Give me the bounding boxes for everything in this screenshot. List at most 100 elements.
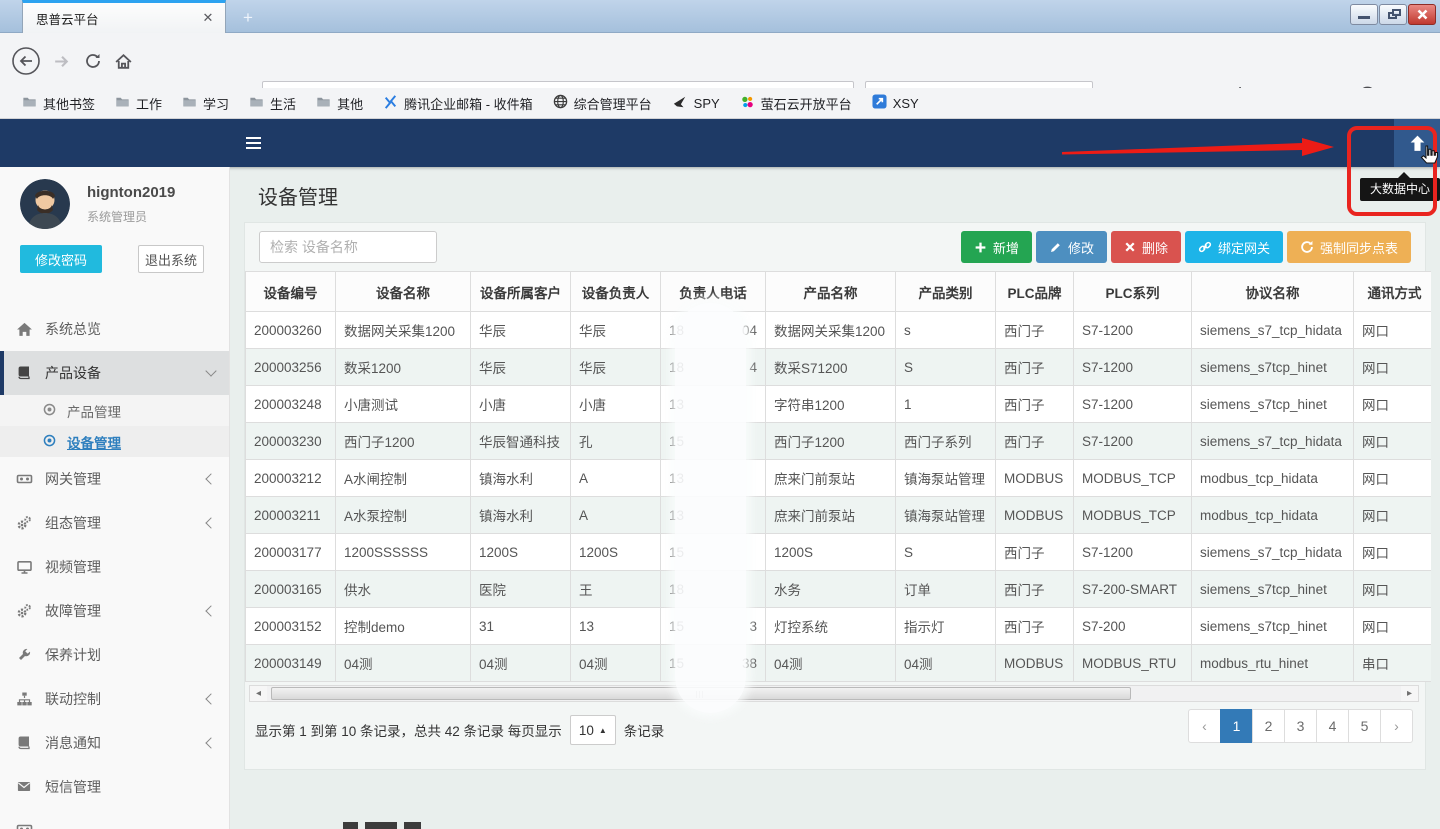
book-icon (16, 735, 33, 752)
cell-product: 灯控系统 (766, 608, 896, 645)
sidebar-item-短信管理[interactable]: 短信管理 (0, 765, 229, 809)
column-header: 产品类别 (896, 272, 996, 312)
sidebar-item-产品设备[interactable]: 产品设备 (0, 351, 229, 395)
cell-owner: 孔 (571, 423, 661, 460)
main-content: 设备管理 新增修改删除绑定网关强制同步点表 设备编号设备名称设备所属客户设备负责… (230, 167, 1440, 829)
sidebar-collapse-icon[interactable] (246, 137, 261, 152)
action-button-绑定网关[interactable]: 绑定网关 (1185, 231, 1283, 263)
forward-button[interactable] (46, 46, 76, 76)
chevron-left-icon (205, 473, 216, 484)
cell-category: S (896, 534, 996, 571)
cell-id: 200003211 (246, 497, 336, 534)
cell-plc_series: S7-1200 (1074, 386, 1192, 423)
folder-icon (316, 95, 331, 112)
scroll-right-icon[interactable]: ▸ (1401, 686, 1418, 701)
tab-close-icon[interactable]: ✕ (199, 9, 217, 27)
sidebar-item-联动控制[interactable]: 联动控制 (0, 677, 229, 721)
page-next-button[interactable]: › (1380, 709, 1413, 743)
cell-customer: 华辰 (471, 349, 571, 386)
page-button-3[interactable]: 3 (1284, 709, 1317, 743)
page-button-4[interactable]: 4 (1316, 709, 1349, 743)
table-row[interactable]: 200003260数据网关采集1200华辰华辰1804数据网关采集1200s西门… (246, 312, 1432, 349)
cell-product: 字符串1200 (766, 386, 896, 423)
table-row[interactable]: 200003165供水医院王18水务订单西门子S7-200-SMARTsieme… (246, 571, 1432, 608)
sidebar-item-视频管理[interactable]: 视频管理 (0, 545, 229, 589)
action-button-删除[interactable]: 删除 (1111, 231, 1181, 263)
page-button-5[interactable]: 5 (1348, 709, 1381, 743)
bookmark-item[interactable]: SPY (664, 92, 728, 115)
cell-customer: 小唐 (471, 386, 571, 423)
cell-category: S (896, 349, 996, 386)
sidebar-subitem-产品管理[interactable]: 产品管理 (0, 395, 229, 426)
reload-button[interactable] (78, 46, 108, 76)
action-button-修改[interactable]: 修改 (1036, 231, 1107, 263)
cell-comm: 网口 (1354, 460, 1432, 497)
table-row[interactable]: 200003212A水闸控制镇海水利A13庶来门前泵站镇海泵站管理MODBUSM… (246, 460, 1432, 497)
page-size-select[interactable]: 10▲ (570, 715, 616, 745)
column-header: 设备名称 (336, 272, 471, 312)
cell-name: 1200SSSSSS (336, 534, 471, 571)
horizontal-scrollbar[interactable]: ◂ ▸ (249, 685, 1419, 702)
browser-tab[interactable]: 思普云平台 ✕ (22, 0, 226, 33)
action-button-新增[interactable]: 新增 (961, 231, 1032, 263)
logout-button[interactable]: 退出系统 (138, 245, 204, 273)
caret-up-icon: ▲ (599, 726, 607, 735)
tencent-mail-icon (383, 95, 398, 112)
sidebar-item-保养计划[interactable]: 保养计划 (0, 633, 229, 677)
device-search-input[interactable] (259, 231, 437, 263)
bookmark-item[interactable]: XSY (864, 91, 927, 115)
cell-name: 数采1200 (336, 349, 471, 386)
folder-icon (249, 95, 264, 112)
restore-button[interactable] (1379, 4, 1407, 25)
tab-title: 思普云平台 (36, 9, 199, 28)
sidebar-item-消息通知[interactable]: 消息通知 (0, 721, 229, 765)
new-tab-button[interactable]: + (236, 8, 260, 28)
cell-comm: 网口 (1354, 423, 1432, 460)
close-button[interactable] (1408, 4, 1436, 25)
page-button-2[interactable]: 2 (1252, 709, 1285, 743)
sidebar-item-网关管理[interactable]: 网关管理 (0, 457, 229, 501)
sidebar-item-组态管理[interactable]: 组态管理 (0, 501, 229, 545)
username: hignton2019 (87, 184, 175, 201)
minimize-button[interactable] (1350, 4, 1378, 25)
cell-owner: 13 (571, 608, 661, 645)
table-row[interactable]: 2000031771200SSSSSS1200S1200S151200SS西门子… (246, 534, 1432, 571)
bookmark-item[interactable]: 工作 (107, 91, 170, 116)
column-header: 设备负责人 (571, 272, 661, 312)
change-password-button[interactable]: 修改密码 (20, 245, 102, 273)
bookmark-item[interactable]: 萤石云开放平台 (732, 91, 860, 116)
sidebar-item-系统总览[interactable]: 系统总览 (0, 307, 229, 351)
bookmark-item[interactable]: 学习 (174, 91, 237, 116)
scroll-left-icon[interactable]: ◂ (250, 686, 267, 701)
table-row[interactable]: 200003211A水泵控制镇海水利A13庶来门前泵站镇海泵站管理MODBUSM… (246, 497, 1432, 534)
back-button[interactable] (11, 46, 41, 76)
action-button-强制同步点表[interactable]: 强制同步点表 (1287, 231, 1411, 263)
cell-plc_series: S7-1200 (1074, 534, 1192, 571)
sidebar-item-故障管理[interactable]: 故障管理 (0, 589, 229, 633)
table-row[interactable]: 200003152控制demo3113153灯控系统指示灯西门子S7-200si… (246, 608, 1432, 645)
home-button[interactable] (108, 46, 138, 76)
page-prev-button[interactable]: ‹ (1188, 709, 1221, 743)
bookmark-item[interactable]: 生活 (241, 91, 304, 116)
table-row[interactable]: 200003230西门子1200华辰智通科技孔15西门子1200西门子系列西门子… (246, 423, 1432, 460)
cell-owner: 04测 (571, 645, 661, 682)
sidebar-subitem-设备管理[interactable]: 设备管理 (0, 426, 229, 457)
wrench-icon (16, 647, 33, 664)
avatar[interactable] (20, 179, 70, 229)
column-header: PLC品牌 (996, 272, 1074, 312)
cell-comm: 网口 (1354, 571, 1432, 608)
bookmark-item[interactable]: 综合管理平台 (545, 91, 660, 116)
page-button-1[interactable]: 1 (1220, 709, 1253, 743)
bookmark-item[interactable]: 其他书签 (14, 91, 103, 116)
table-row[interactable]: 200003256数采1200华辰华辰184数采S71200S西门子S7-120… (246, 349, 1432, 386)
column-header: PLC系列 (1074, 272, 1192, 312)
chevron-left-icon (205, 605, 216, 616)
table-row[interactable]: 20000314904测04测04测153804测04测MODBUSMODBUS… (246, 645, 1432, 682)
annotation-red-box (1347, 126, 1437, 216)
bookmark-item[interactable]: 其他 (308, 91, 371, 116)
bookmark-item[interactable]: 腾讯企业邮箱 - 收件箱 (375, 91, 541, 116)
cell-category: 指示灯 (896, 608, 996, 645)
app-sidebar: hignton2019 系统管理员 修改密码 退出系统 系统总览产品设备产品管理… (0, 167, 230, 829)
cell-plc_series: MODBUS_TCP (1074, 497, 1192, 534)
table-row[interactable]: 200003248小唐测试小唐小唐13字符串12001西门子S7-1200sie… (246, 386, 1432, 423)
